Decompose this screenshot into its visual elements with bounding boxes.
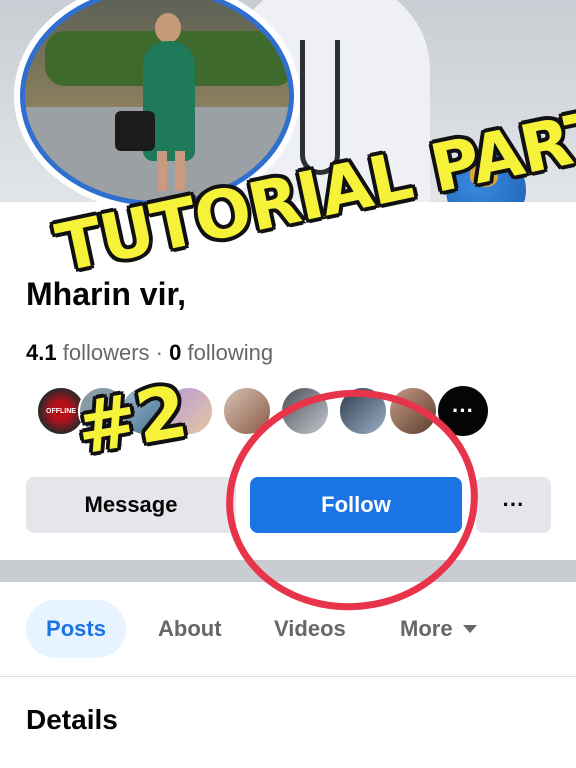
avatar-person-head: [155, 13, 181, 43]
avatar-handbag: [115, 111, 155, 151]
profile-stats: 4.1 followers · 0 following: [26, 340, 273, 366]
message-button[interactable]: Message: [26, 477, 236, 533]
tab-about[interactable]: About: [158, 600, 222, 658]
profile-name: Mharin vir,: [26, 276, 187, 312]
followers-label[interactable]: followers: [63, 340, 150, 365]
caret-down-icon: [462, 625, 477, 633]
profile-tabs: Posts About Videos More: [26, 600, 566, 658]
following-count[interactable]: 0: [169, 340, 181, 365]
tab-more[interactable]: More: [400, 600, 477, 658]
offline-badge-text: OFFLINE: [46, 407, 76, 415]
tab-posts[interactable]: Posts: [26, 600, 126, 658]
tutorial-overlay-number: #2: [70, 368, 194, 471]
stats-separator: ·: [155, 340, 163, 365]
more-dots-icon: ···: [452, 398, 474, 423]
following-label[interactable]: following: [187, 340, 273, 365]
more-options-button[interactable]: ···: [476, 477, 551, 533]
tab-more-label: More: [400, 616, 453, 641]
tabs-separator: [0, 676, 576, 677]
followers-count[interactable]: 4.1: [26, 340, 57, 365]
details-heading: Details: [26, 704, 118, 735]
avatar-leg: [157, 151, 167, 191]
